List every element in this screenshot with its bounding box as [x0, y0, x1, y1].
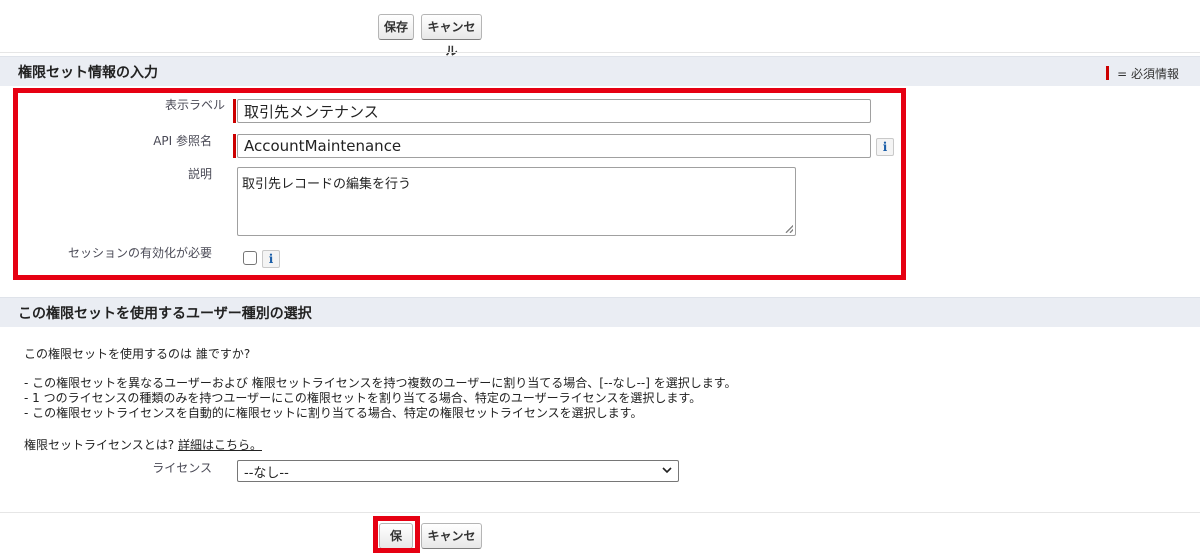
label-input[interactable]	[237, 99, 871, 123]
required-indicator	[233, 99, 236, 123]
top-button-bar: 保存 キャンセル	[0, 0, 1200, 58]
api-name-input[interactable]	[237, 134, 871, 158]
divider	[0, 52, 1200, 53]
permission-set-form: 保存 キャンセル 権限セット情報の入力 = 必須情報 表示ラベル API 参照名…	[0, 0, 1200, 553]
section-header-user-type: この権限セットを使用するユーザー種別の選択	[0, 297, 1200, 327]
cancel-button-bottom[interactable]: キャンセル	[421, 523, 482, 549]
section-title: 権限セット情報の入力	[18, 65, 158, 81]
required-marker-icon	[1106, 66, 1110, 80]
label-field-label: 表示ラベル	[164, 98, 225, 112]
session-field-label: セッションの有効化が必要	[67, 246, 212, 260]
instruction-line: - この権限セットライセンスを自動的に権限セットに割り当てる場合、特定の権限セッ…	[24, 406, 643, 420]
license-field-label: ライセンス	[152, 461, 212, 475]
session-required-checkbox[interactable]	[243, 251, 257, 265]
save-button-top[interactable]: 保存	[378, 14, 414, 40]
user-type-question: この権限セットを使用するのは 誰ですか?	[24, 347, 251, 361]
required-indicator	[233, 134, 236, 158]
info-icon[interactable]: i	[262, 250, 280, 268]
cancel-button-top[interactable]: キャンセル	[421, 14, 482, 58]
divider	[0, 512, 1200, 513]
description-text: 取引先レコードの編集を行う	[242, 177, 412, 192]
description-textarea[interactable]: 取引先レコードの編集を行う	[237, 167, 796, 236]
license-select[interactable]: --なし--	[237, 460, 679, 482]
license-help: 権限セットライセンスとは? 詳細はこちら。	[24, 438, 262, 452]
license-selected-value: --なし--	[244, 466, 289, 481]
section-title: この権限セットを使用するユーザー種別の選択	[18, 306, 312, 322]
api-name-field-label: API 参照名	[153, 134, 212, 148]
resize-grip-icon[interactable]	[785, 225, 793, 233]
save-button-bottom[interactable]: 保存	[379, 523, 413, 549]
details-link[interactable]: 詳細はこちら。	[178, 438, 262, 452]
chevron-down-icon	[662, 467, 672, 474]
info-icon[interactable]: i	[876, 138, 894, 156]
description-field-label: 説明	[187, 167, 212, 181]
required-legend: = 必須情報	[1106, 65, 1179, 82]
section-header-info: 権限セット情報の入力 = 必須情報	[0, 56, 1200, 86]
